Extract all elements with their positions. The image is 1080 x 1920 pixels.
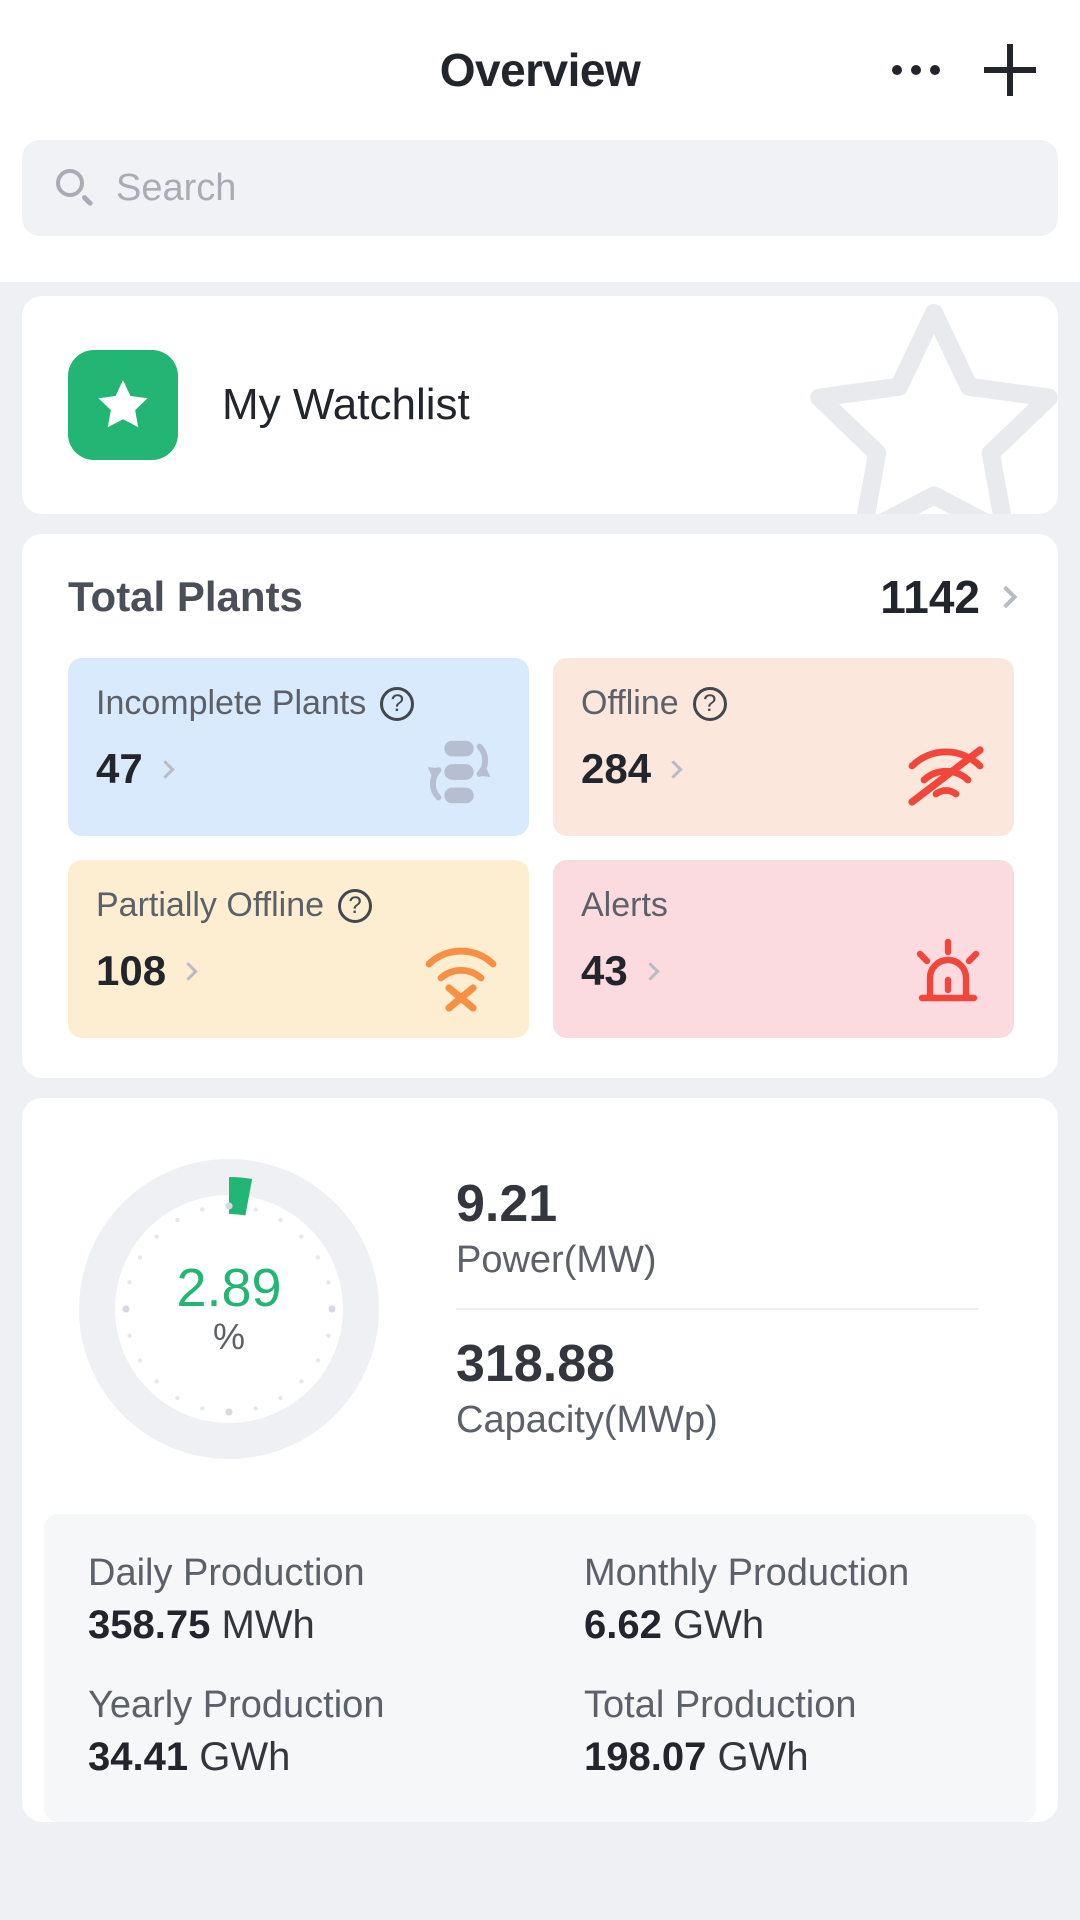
search-placeholder: Search (116, 166, 237, 209)
chevron-right-icon (179, 961, 198, 981)
tile-label-text: Incomplete Plants (96, 684, 367, 722)
metric-divider (456, 1308, 978, 1310)
plus-icon[interactable] (984, 44, 1036, 96)
production-label: Total Production (584, 1684, 857, 1726)
production-yearly: Yearly Production 34.41 GWh (44, 1684, 540, 1780)
production-stats-grid: Daily Production 358.75 MWh Monthly Prod… (44, 1514, 1036, 1822)
tile-value: 47 (96, 745, 143, 792)
tile-value: 108 (96, 947, 167, 994)
total-plants-count: 1142 (880, 571, 980, 623)
wifi-off-icon (908, 746, 984, 806)
tile-offline[interactable]: Offline ? 284 (553, 658, 1014, 836)
production-value: 34.41 GWh (88, 1735, 540, 1780)
metric-capacity-label: Capacity(MWp) (456, 1399, 718, 1442)
tile-value: 284 (581, 745, 652, 792)
production-number: 6.62 (584, 1603, 662, 1647)
tile-partially-offline[interactable]: Partially Offline ? 108 (68, 860, 529, 1038)
metric-power-value: 9.21 (456, 1174, 558, 1233)
production-number: 358.75 (88, 1603, 211, 1647)
production-number: 34.41 (88, 1735, 189, 1779)
star-icon (98, 380, 148, 428)
tile-label-text: Offline (581, 684, 679, 722)
tile-alerts[interactable]: Alerts 43 (553, 860, 1014, 1038)
production-label: Daily Production (88, 1552, 365, 1594)
chevron-right-icon (641, 961, 660, 981)
gauge-percent-value: 2.89 (176, 1257, 282, 1318)
total-plants-card: Total Plants 1142 Incomplete Plants ? 47 (22, 534, 1058, 1078)
production-unit: MWh (221, 1603, 315, 1647)
production-unit: GWh (717, 1735, 809, 1779)
production-value: 358.75 MWh (88, 1603, 540, 1648)
metric-capacity: 318.88 Capacity(MWp) (456, 1335, 1024, 1442)
production-summary-card: 2.89 % 9.21 Power(MW) 318.88 Capacity(MW… (22, 1098, 1058, 1822)
production-value: 6.62 GWh (584, 1603, 1036, 1648)
production-daily: Daily Production 358.75 MWh (44, 1552, 540, 1648)
key-metrics: 9.21 Power(MW) 318.88 Capacity(MWp) (394, 1174, 1024, 1442)
tile-label: Incomplete Plants ? (96, 684, 501, 723)
production-monthly: Monthly Production 6.62 GWh (540, 1552, 1036, 1648)
sync-list-icon (427, 740, 491, 804)
alarm-light-icon (916, 938, 980, 1002)
header-actions (888, 44, 1036, 96)
gauge-percent-unit: % (212, 1316, 245, 1358)
chevron-right-icon (156, 759, 175, 779)
metric-power-label: Power(MW) (456, 1239, 657, 1281)
tile-label: Offline ? (581, 684, 986, 723)
help-icon[interactable]: ? (692, 686, 727, 721)
production-unit: GWh (199, 1735, 291, 1779)
wifi-warning-icon (425, 947, 497, 1012)
production-unit: GWh (672, 1603, 765, 1647)
production-label: Monthly Production (584, 1552, 910, 1594)
power-ratio-gauge: 2.89 % (64, 1144, 394, 1474)
search-icon (56, 169, 94, 207)
gauge-center-label: 2.89 % (64, 1144, 394, 1474)
app-header: Overview (0, 0, 1080, 140)
gauge-row: 2.89 % 9.21 Power(MW) 318.88 Capacity(MW… (22, 1144, 1058, 1474)
metric-capacity-value: 318.88 (456, 1335, 616, 1393)
search-input[interactable]: Search (22, 140, 1058, 236)
watchlist-badge (68, 350, 178, 460)
help-icon[interactable]: ? (338, 888, 373, 923)
production-total: Total Production 198.07 GWh (540, 1684, 1036, 1780)
tile-label-text: Alerts (581, 886, 668, 924)
total-plants-label: Total Plants (68, 573, 303, 620)
production-number: 198.07 (584, 1735, 707, 1779)
production-label: Yearly Production (88, 1684, 385, 1726)
overview-screen: Overview Search My Watchlist Total Plant… (0, 0, 1080, 1920)
production-value: 198.07 GWh (584, 1735, 1036, 1780)
chevron-right-icon (664, 759, 683, 779)
metric-power: 9.21 Power(MW) (456, 1174, 1024, 1282)
more-horizontal-icon[interactable] (888, 55, 944, 85)
my-watchlist-card[interactable]: My Watchlist (22, 296, 1058, 514)
watchlist-label: My Watchlist (222, 380, 470, 429)
star-watermark-icon (810, 303, 1058, 514)
plant-status-tiles: Incomplete Plants ? 47 Offline ? 284 Par… (22, 658, 1058, 1038)
tile-label: Partially Offline ? (96, 886, 501, 925)
help-icon[interactable]: ? (380, 686, 415, 721)
tile-incomplete-plants[interactable]: Incomplete Plants ? 47 (68, 658, 529, 836)
tile-label: Alerts (581, 886, 986, 925)
page-title: Overview (439, 44, 641, 96)
total-plants-header[interactable]: Total Plants 1142 (22, 570, 1058, 624)
tile-label-text: Partially Offline (96, 886, 325, 924)
chevron-right-icon (994, 585, 1018, 609)
tile-value: 43 (581, 947, 628, 994)
search-section: Search (0, 140, 1080, 282)
total-plants-value-group: 1142 (880, 570, 1018, 624)
